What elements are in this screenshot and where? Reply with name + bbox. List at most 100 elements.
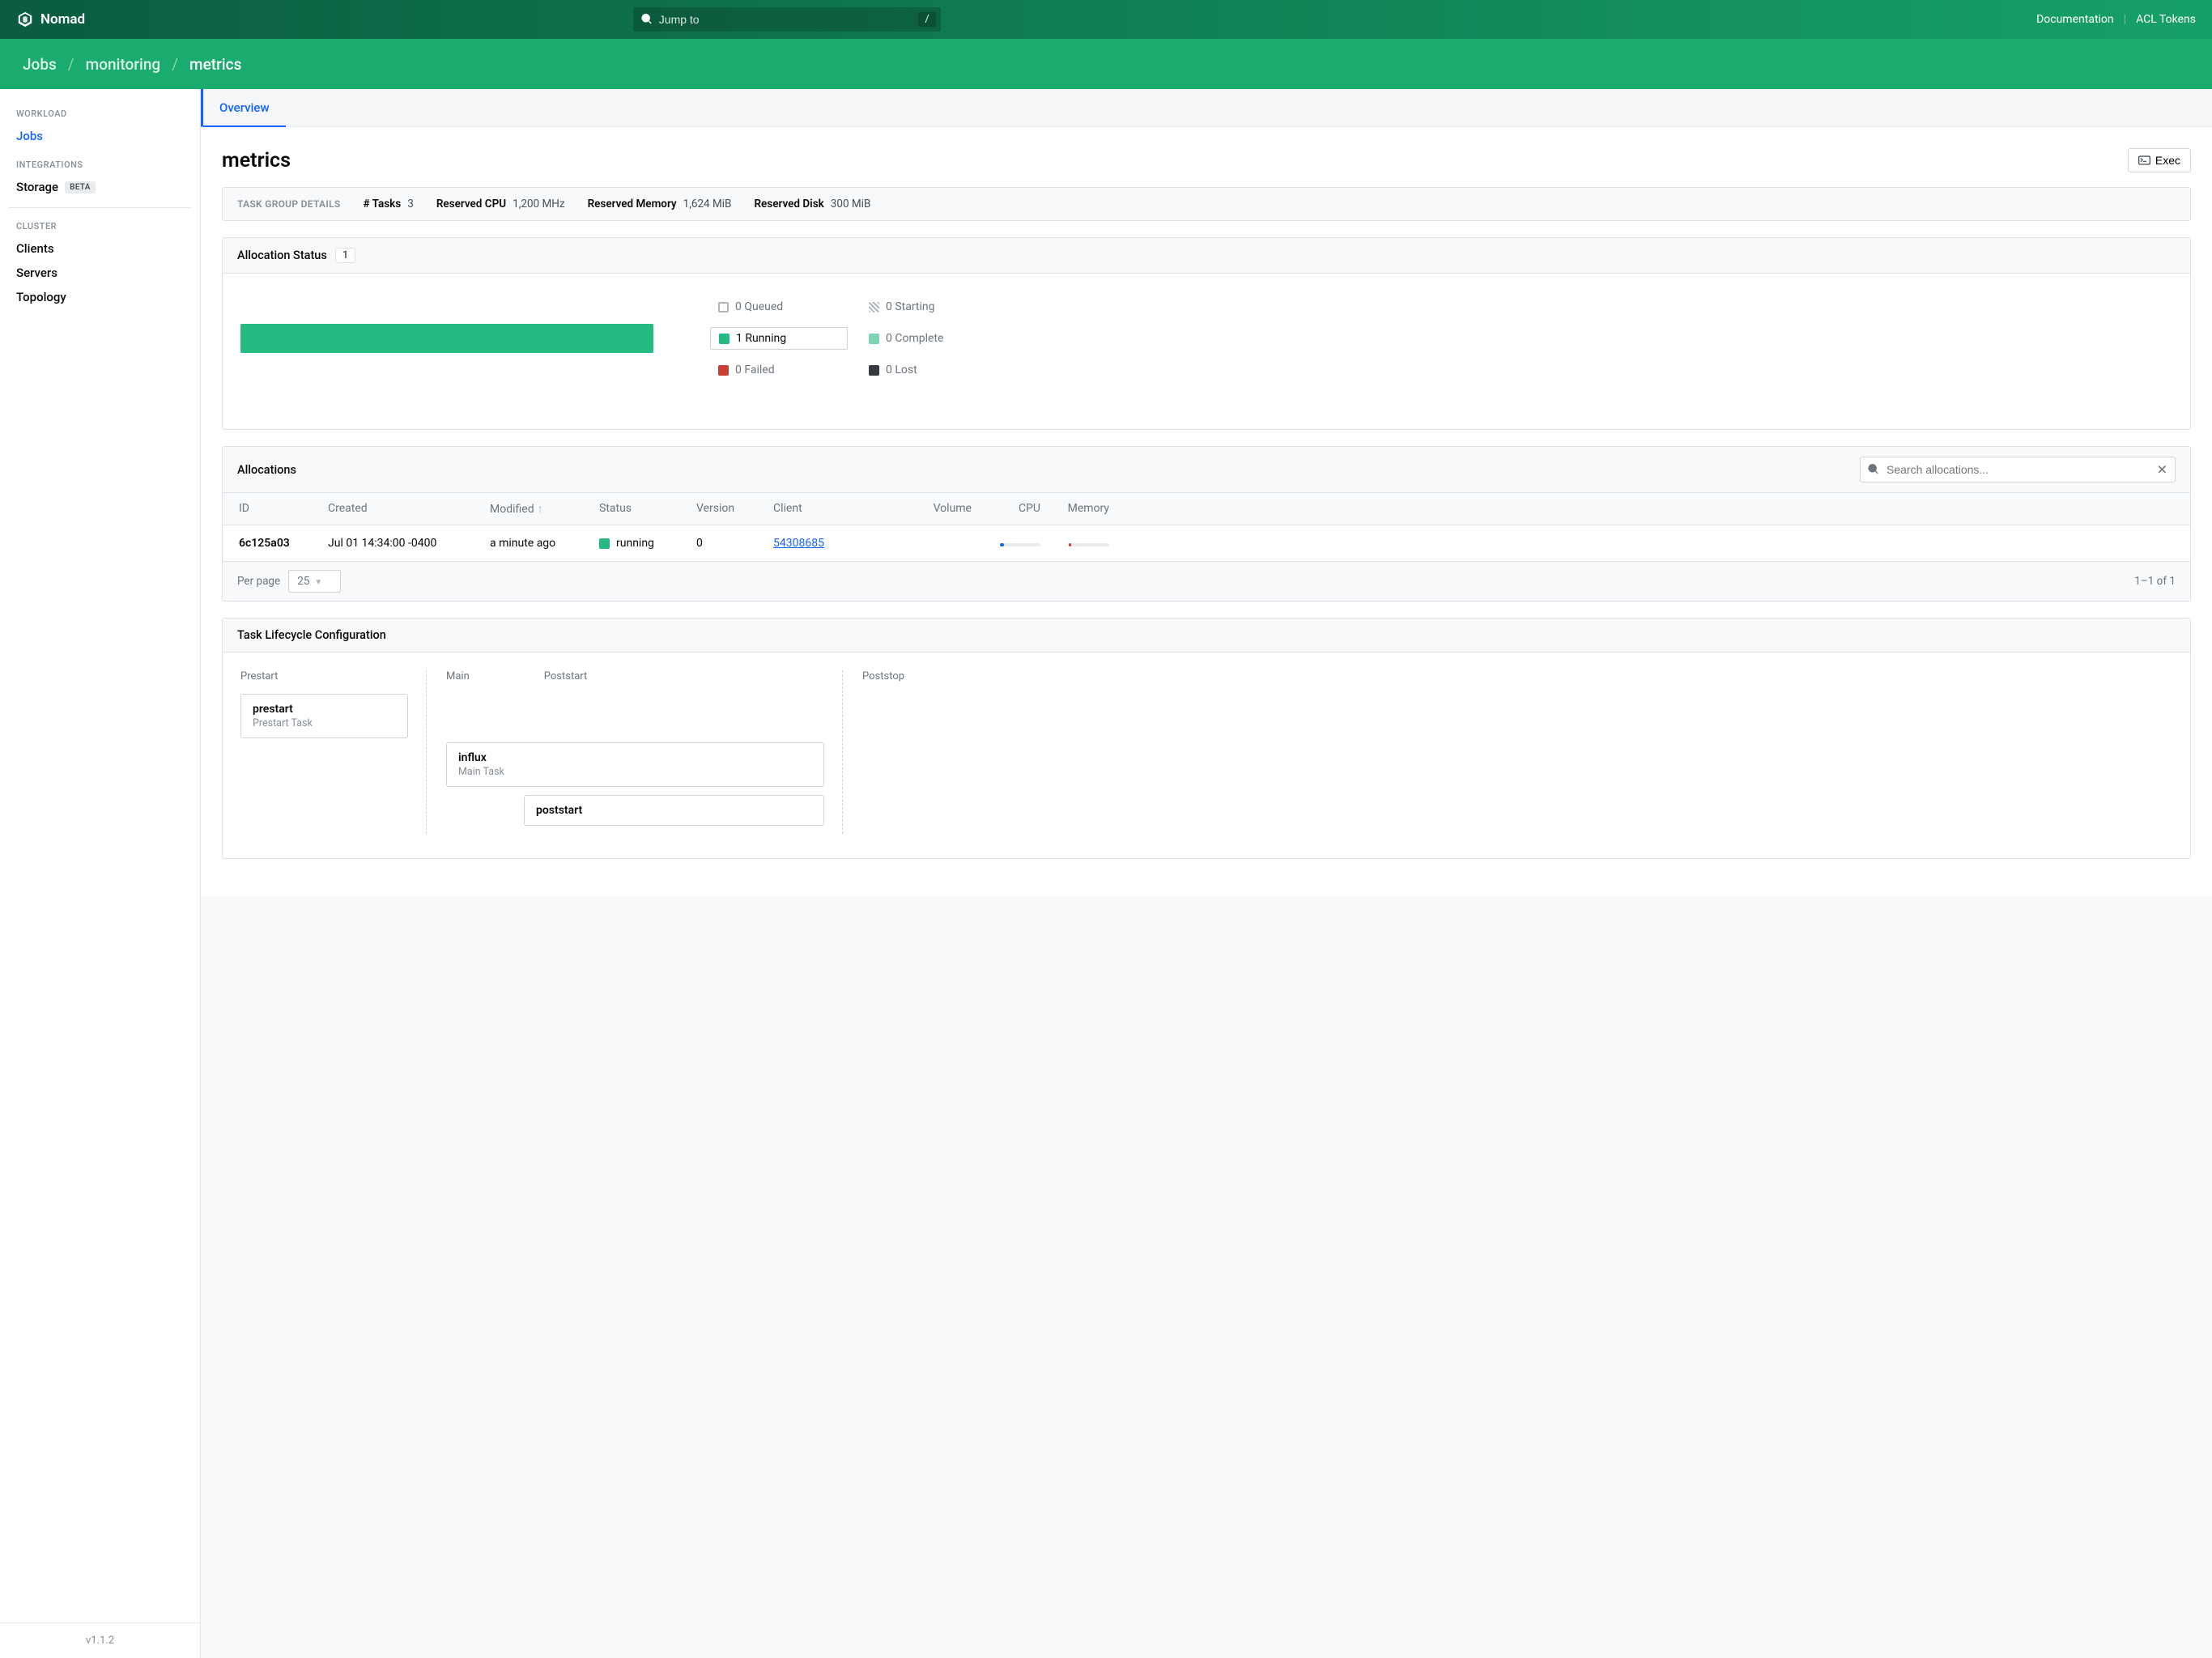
acl-tokens-link[interactable]: ACL Tokens — [2136, 13, 2196, 26]
allocation-bar-chart[interactable] — [240, 324, 653, 353]
cell-cpu — [972, 537, 1040, 550]
sidebar-item-servers[interactable]: Servers — [8, 261, 192, 285]
sort-arrow-icon: ↑ — [538, 503, 543, 516]
cell-id: 6c125a03 — [239, 537, 328, 550]
strip-label: TASK GROUP DETAILS — [237, 198, 341, 210]
header-modified[interactable]: Modified↑ — [490, 502, 599, 516]
search-icon — [641, 14, 653, 25]
lifecycle-task-poststart[interactable]: poststart — [524, 795, 824, 826]
topbar-links: Documentation | ACL Tokens — [2036, 13, 2196, 26]
sidebar-item-jobs[interactable]: Jobs — [8, 124, 192, 148]
main-content: Overview metrics Exec TASK GROUP DETAILS… — [201, 89, 2212, 1658]
lifecycle-task-prestart[interactable]: prestart Prestart Task — [240, 694, 408, 738]
legend-lost[interactable]: 0 Lost — [861, 359, 998, 380]
close-icon[interactable]: ✕ — [2157, 462, 2167, 478]
header-volume[interactable]: Volume — [911, 502, 972, 516]
cell-created: Jul 01 14:34:00 -0400 — [328, 537, 490, 550]
header-version[interactable]: Version — [696, 502, 773, 516]
table-row[interactable]: 6c125a03 Jul 01 14:34:00 -0400 a minute … — [223, 525, 2190, 562]
search-icon — [1868, 464, 1879, 475]
breadcrumb-separator: / — [68, 55, 74, 74]
allocations-search-input[interactable] — [1860, 457, 2176, 483]
top-navigation: Nomad / Documentation | ACL Tokens — [0, 0, 2212, 39]
chevron-down-icon: ▼ — [314, 578, 322, 587]
task-group-details: TASK GROUP DETAILS # Tasks3 Reserved CPU… — [222, 187, 2191, 221]
tasks-label: # Tasks — [364, 198, 402, 210]
sidebar-item-topology[interactable]: Topology — [8, 285, 192, 309]
mem-value: 1,624 MiB — [683, 198, 732, 210]
documentation-link[interactable]: Documentation — [2036, 13, 2114, 26]
legend-queued[interactable]: 0 Queued — [710, 296, 848, 317]
cell-status: running — [599, 537, 696, 550]
swatch-complete — [869, 334, 879, 344]
lifecycle-head-main: Main — [446, 670, 470, 682]
cell-modified: a minute ago — [490, 537, 599, 550]
legend-failed[interactable]: 0 Failed — [710, 359, 848, 380]
allocations-card: Allocations ✕ ID Created Modified↑ Statu… — [222, 446, 2191, 602]
per-page-select[interactable]: 25▼ — [288, 570, 341, 593]
header-client[interactable]: Client — [773, 502, 911, 516]
sidebar: WORKLOAD Jobs INTEGRATIONS Storage BETA … — [0, 89, 201, 1658]
header-memory[interactable]: Memory — [1040, 502, 1109, 516]
lifecycle-title: Task Lifecycle Configuration — [237, 628, 386, 642]
cell-memory — [1040, 537, 1109, 550]
sidebar-item-label: Storage — [16, 180, 58, 194]
allocation-status-title: Allocation Status — [237, 249, 327, 262]
lifecycle-task-main[interactable]: influx Main Task — [446, 742, 824, 787]
sidebar-item-storage[interactable]: Storage BETA — [8, 175, 192, 199]
legend-starting[interactable]: 0 Starting — [861, 296, 998, 317]
swatch-running — [719, 334, 730, 344]
swatch-queued — [718, 302, 729, 312]
lifecycle-poststop-column: Poststop — [862, 670, 2172, 834]
header-cpu[interactable]: CPU — [972, 502, 1040, 516]
beta-badge: BETA — [65, 181, 96, 193]
disk-label: Reserved Disk — [754, 198, 823, 210]
sidebar-heading-cluster: CLUSTER — [8, 216, 192, 236]
cell-version: 0 — [696, 537, 773, 550]
sidebar-heading-workload: WORKLOAD — [8, 104, 192, 124]
swatch-starting — [869, 302, 879, 312]
cpu-value: 1,200 MHz — [513, 198, 564, 210]
header-status[interactable]: Status — [599, 502, 696, 516]
tab-overview[interactable]: Overview — [203, 89, 286, 126]
lifecycle-head-poststart: Poststart — [544, 670, 588, 682]
lifecycle-main-column: Main Poststart influx Main Task poststar… — [446, 670, 843, 834]
search-shortcut-hint: / — [918, 12, 935, 28]
legend-complete[interactable]: 0 Complete — [861, 327, 998, 350]
search-input[interactable] — [633, 7, 941, 32]
lifecycle-head-prestart: Prestart — [240, 670, 408, 682]
memory-usage-bar — [1069, 543, 1109, 546]
separator: | — [2124, 13, 2126, 26]
mem-label: Reserved Memory — [588, 198, 677, 210]
legend-running[interactable]: 1 Running — [710, 327, 848, 350]
nomad-icon — [16, 11, 34, 28]
sidebar-divider — [8, 207, 192, 208]
global-search: / — [633, 7, 941, 32]
lifecycle-prestart-column: Prestart prestart Prestart Task — [240, 670, 427, 834]
pagination-info: 1–1 of 1 — [2134, 575, 2176, 588]
sidebar-item-clients[interactable]: Clients — [8, 236, 192, 261]
header-created[interactable]: Created — [328, 502, 490, 516]
swatch-lost — [869, 365, 879, 376]
terminal-icon — [2138, 155, 2150, 165]
client-link[interactable]: 54308685 — [773, 537, 824, 550]
version-label: v1.1.2 — [0, 1622, 200, 1647]
brand-name: Nomad — [40, 11, 85, 28]
header-id[interactable]: ID — [239, 502, 328, 516]
allocation-legend: 0 Queued 0 Starting 1 Running 0 Complete… — [710, 296, 998, 380]
cpu-usage-bar — [1000, 543, 1040, 546]
cpu-label: Reserved CPU — [436, 198, 506, 210]
allocations-table-header: ID Created Modified↑ Status Version Clie… — [223, 493, 2190, 525]
brand-logo[interactable]: Nomad — [16, 11, 85, 28]
lifecycle-card: Task Lifecycle Configuration Prestart pr… — [222, 618, 2191, 859]
breadcrumb-jobs[interactable]: Jobs — [23, 55, 57, 74]
breadcrumb-current: metrics — [189, 55, 241, 74]
exec-button[interactable]: Exec — [2128, 148, 2191, 172]
tab-bar: Overview — [201, 89, 2212, 127]
allocation-status-card: Allocation Status 1 0 Queued 0 Starting … — [222, 237, 2191, 430]
allocations-search: ✕ — [1860, 457, 2176, 483]
breadcrumb-separator: / — [172, 55, 178, 74]
cell-client: 54308685 — [773, 537, 911, 550]
breadcrumb-parent[interactable]: monitoring — [86, 55, 161, 74]
table-footer: Per page 25▼ 1–1 of 1 — [223, 562, 2190, 601]
